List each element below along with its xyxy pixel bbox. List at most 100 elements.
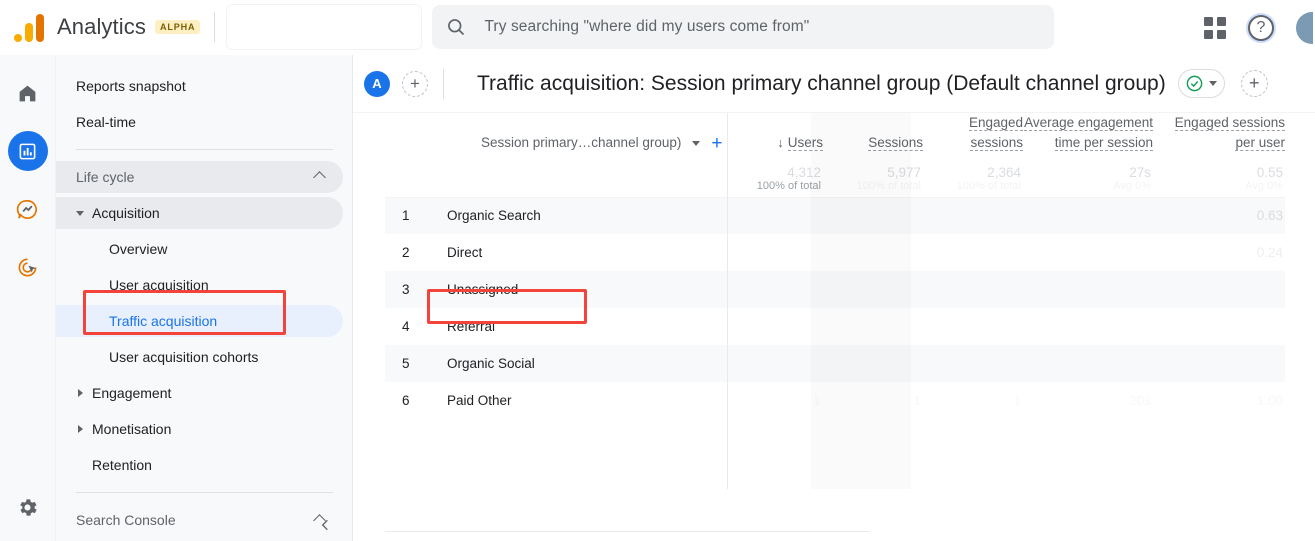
column-header-avg-engagement-time[interactable]: Average engagement time per session	[1023, 113, 1153, 160]
nav-label: Life cycle	[76, 169, 135, 185]
avatar[interactable]	[1296, 11, 1313, 44]
report-table-wrapper: Session primary…channel group) + ↓ Users …	[353, 113, 1315, 541]
nav-label: Reports snapshot	[76, 78, 186, 94]
sidebar-item-real-time[interactable]: Real-time	[56, 104, 352, 140]
row-engaged-sessions	[923, 234, 1023, 271]
row-users	[723, 308, 823, 345]
sidebar-item-user-acquisition-cohorts[interactable]: User acquisition cohorts	[56, 339, 352, 375]
totals-per-user: 0.55 Avg 0%	[1153, 160, 1285, 198]
row-engaged-sessions	[923, 271, 1023, 308]
search-input-placeholder[interactable]: Try searching "where did my users come f…	[484, 18, 809, 36]
dimension-header[interactable]: Session primary…channel group) +	[425, 113, 723, 160]
nav-label: Acquisition	[92, 205, 160, 221]
topbar-actions: ?	[1204, 0, 1315, 55]
caret-right-icon[interactable]	[78, 425, 83, 433]
chevron-down-icon[interactable]	[1208, 81, 1217, 86]
column-header-engaged-sessions-per-user[interactable]: Engaged sessions per user	[1153, 113, 1285, 160]
sort-descending-icon: ↓	[777, 135, 784, 150]
row-rank: 5	[385, 345, 425, 382]
sidebar-section-search-console[interactable]: Search Console	[56, 502, 352, 538]
sidebar-item-retention[interactable]: Retention	[56, 447, 352, 483]
table-vertical-rule	[727, 113, 728, 489]
nav-divider	[76, 492, 333, 493]
row-rank: 3	[385, 271, 425, 308]
icon-rail	[0, 55, 56, 541]
row-per-user: 0.63	[1153, 197, 1285, 234]
row-avg-time	[1023, 197, 1153, 234]
row-avg-time	[1023, 271, 1153, 308]
row-engaged-sessions	[923, 197, 1023, 234]
sidebar-section-life-cycle[interactable]: Life cycle	[56, 159, 352, 195]
help-icon[interactable]: ?	[1248, 14, 1274, 41]
nav-divider	[76, 149, 333, 150]
row-users	[723, 197, 823, 234]
row-channel[interactable]: Paid Other	[425, 382, 723, 419]
home-icon[interactable]	[8, 73, 48, 113]
alpha-badge: ALPHA	[154, 20, 201, 34]
row-per-user	[1153, 271, 1285, 308]
nav-label: Search Console	[76, 512, 176, 528]
caret-right-icon[interactable]	[78, 389, 83, 397]
sidebar-item-overview[interactable]: Overview	[56, 231, 352, 267]
add-report-button[interactable]: +	[1240, 70, 1268, 97]
gear-icon[interactable]	[8, 487, 48, 527]
column-header-users[interactable]: ↓ Users	[723, 113, 823, 160]
apps-grid-icon[interactable]	[1204, 16, 1226, 39]
sidebar-item-engagement[interactable]: Engagement	[56, 375, 352, 411]
totals-time-value: 27s	[1129, 164, 1151, 180]
row-rank: 2	[402, 245, 410, 260]
row-channel[interactable]: Direct	[425, 234, 723, 271]
add-comparison-button[interactable]: +	[402, 70, 428, 97]
sidebar-item-monetisation[interactable]: Monetisation	[56, 411, 352, 447]
advertising-icon[interactable]	[8, 247, 48, 287]
chevron-down-icon[interactable]	[692, 140, 701, 146]
reports-icon[interactable]	[7, 131, 48, 171]
row-per-user	[1153, 308, 1285, 345]
metric-label: Average engagement time per session	[1024, 115, 1153, 151]
row-rank: 6	[402, 393, 410, 408]
page-title: Traffic acquisition: Session primary cha…	[477, 71, 1166, 95]
sessions-column-highlight	[811, 113, 911, 489]
check-circle-icon	[1186, 75, 1203, 92]
metric-label: Engaged sessions per user	[1174, 115, 1285, 151]
sidebar-item-acquisition[interactable]: Acquisition	[56, 195, 352, 231]
dimension-label: Session primary…channel group)	[481, 135, 682, 150]
property-selector[interactable]	[226, 4, 423, 50]
rank-header	[385, 113, 425, 160]
row-channel[interactable]: Organic Search	[425, 197, 723, 234]
row-per-user	[1153, 345, 1285, 382]
annotation-box-traffic-acquisition	[83, 290, 286, 335]
search-icon	[448, 19, 465, 36]
brand-title: Analytics	[57, 14, 146, 39]
row-avg-time: 20s	[1129, 393, 1151, 408]
totals-users: 4,312 100% of total	[723, 160, 823, 198]
save-state-control[interactable]	[1177, 69, 1225, 98]
nav-label: Overview	[109, 241, 168, 257]
row-per-user: 1.00	[1256, 393, 1283, 408]
header-divider	[443, 68, 444, 99]
explore-icon[interactable]	[8, 189, 48, 229]
search-bar[interactable]: Try searching "where did my users come f…	[432, 5, 1055, 49]
totals-engaged-sessions: 2,364 100% of total	[923, 160, 1023, 198]
row-users	[723, 271, 823, 308]
totals-rank	[385, 160, 425, 198]
row-avg-time	[1023, 234, 1153, 271]
top-bar: Analytics ALPHA Try searching "where did…	[0, 0, 1315, 55]
nav-label: Monetisation	[92, 421, 172, 437]
row-rank: 4	[402, 319, 410, 334]
totals-label	[425, 160, 723, 198]
add-dimension-icon[interactable]: +	[711, 134, 722, 153]
row-engaged-sessions	[923, 345, 1023, 382]
totals-peruser-value: 0.55	[1256, 164, 1283, 180]
caret-down-icon[interactable]	[76, 210, 84, 216]
totals-peruser-sub: Avg 0%	[1245, 179, 1283, 192]
column-header-engaged-sessions[interactable]: Engaged sessions	[923, 113, 1023, 160]
sidebar-item-reports-snapshot[interactable]: Reports snapshot	[56, 68, 352, 104]
row-channel[interactable]: Organic Social	[425, 345, 723, 382]
row-avg-time	[1023, 345, 1153, 382]
nav-label: Engagement	[92, 385, 172, 401]
comparison-chip[interactable]: A	[364, 70, 390, 97]
nav-label: Retention	[92, 457, 152, 473]
analytics-app: Analytics ALPHA Try searching "where did…	[0, 0, 1315, 541]
row-per-user: 0.24	[1256, 245, 1283, 260]
